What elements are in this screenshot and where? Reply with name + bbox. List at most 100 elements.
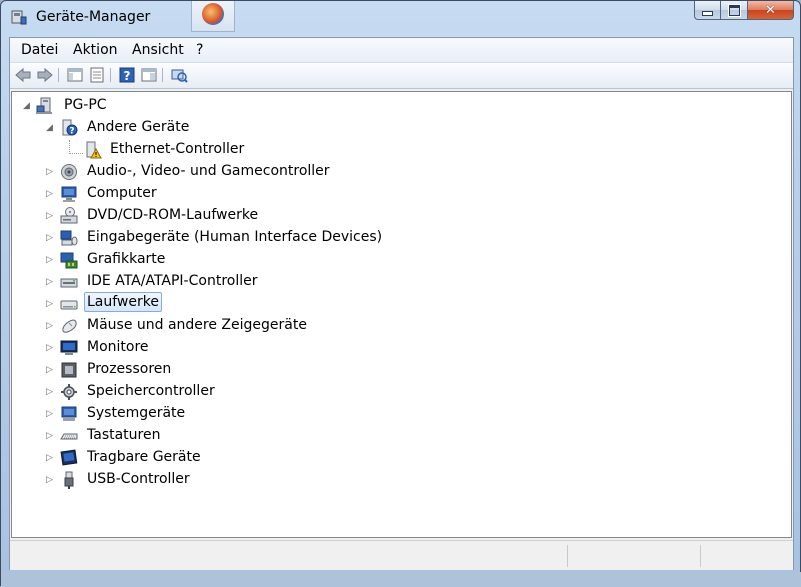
expand-triangle-icon[interactable]: ▷	[45, 233, 54, 243]
background-window-thumbnail	[191, 1, 235, 32]
properties-icon[interactable]	[88, 66, 106, 84]
title-bar[interactable]: Geräte-Manager ✕	[1, 1, 800, 35]
tree-node-tastaturen[interactable]: ▷ Tastaturen	[12, 426, 412, 446]
computer-monitor-icon	[61, 186, 77, 202]
tree-node-label: Eingabegeräte (Human Interface Devices)	[87, 229, 383, 245]
tree-node-ide[interactable]: ▷ IDE ATA/ATAPI-Controller	[12, 272, 412, 292]
expand-triangle-icon[interactable]: ▷	[45, 343, 54, 353]
device-tree[interactable]: ◢ PG-PC ◢ ? Andere Geräte Ethernet-Contr…	[11, 91, 792, 538]
menu-datei[interactable]: Datei	[21, 42, 58, 58]
processor-icon	[61, 362, 77, 378]
menu-bar: Datei Aktion Ansicht ?	[10, 38, 793, 63]
collapse-triangle-icon[interactable]: ◢	[45, 123, 54, 133]
tree-node-systemgeraete[interactable]: ▷ Systemgeräte	[12, 404, 412, 424]
window-title: Geräte-Manager	[36, 9, 151, 25]
close-button[interactable]: ✕	[748, 1, 794, 20]
tree-node-label: PG-PC	[64, 97, 107, 113]
tree-node-laufwerke[interactable]: ▷ Laufwerke	[12, 292, 412, 314]
tree-node-label: Andere Geräte	[87, 119, 190, 135]
expand-triangle-icon[interactable]: ▷	[45, 299, 54, 309]
svg-text:?: ?	[124, 69, 131, 83]
tree-node-label: Laufwerke	[84, 292, 162, 312]
speaker-icon	[61, 164, 77, 180]
expand-triangle-icon[interactable]: ▷	[45, 189, 54, 199]
minimize-icon	[702, 10, 713, 16]
monitor-icon	[60, 340, 78, 355]
expand-triangle-icon[interactable]: ▷	[45, 453, 54, 463]
tree-node-computer[interactable]: ▷ Computer	[12, 184, 412, 204]
portable-device-icon	[60, 449, 78, 466]
tree-node-label: Computer	[87, 185, 157, 201]
expand-triangle-icon[interactable]: ▷	[45, 167, 54, 177]
tree-node-label: Prozessoren	[87, 361, 172, 377]
status-pane	[700, 545, 701, 567]
toolbar-separator	[58, 68, 59, 82]
toolbar-separator	[110, 68, 111, 82]
view-icon[interactable]	[140, 66, 158, 84]
tree-node-label: Tragbare Geräte	[87, 449, 201, 465]
tree-node-speichercontroller[interactable]: ▷ Speichercontroller	[12, 382, 412, 402]
expand-triangle-icon[interactable]: ▷	[45, 255, 54, 265]
mouse-icon	[62, 319, 77, 333]
tree-node-label: Mäuse und andere Zeigegeräte	[87, 317, 307, 333]
collapse-triangle-icon[interactable]: ◢	[22, 101, 31, 111]
expand-triangle-icon[interactable]: ▷	[45, 387, 54, 397]
expand-triangle-icon[interactable]: ▷	[45, 475, 54, 485]
expand-triangle-icon[interactable]: ▷	[45, 321, 54, 331]
usb-icon	[64, 471, 74, 489]
tree-node-tragbare-geraete[interactable]: ▷ Tragbare Geräte	[12, 448, 412, 468]
expand-triangle-icon[interactable]: ▷	[45, 365, 54, 375]
tree-node-prozessoren[interactable]: ▷ Prozessoren	[12, 360, 412, 380]
tree-node-monitore[interactable]: ▷ Monitore	[12, 338, 412, 358]
unknown-device-icon: ?	[62, 119, 78, 137]
tree-node-andere-geraete[interactable]: ◢ ? Andere Geräte	[12, 118, 412, 138]
tree-node-label: Speichercontroller	[87, 383, 215, 399]
computer-icon	[36, 97, 52, 114]
warning-device-icon	[86, 141, 102, 159]
tree-node-label: USB-Controller	[87, 471, 190, 487]
tree-node-label: IDE ATA/ATAPI-Controller	[87, 273, 258, 289]
tree-node-usb-controller[interactable]: ▷ USB-Controller	[12, 470, 412, 490]
tree-node-ethernet-controller[interactable]: Ethernet-Controller	[12, 140, 412, 160]
tree-node-dvd[interactable]: ▷ DVD/CD-ROM-Laufwerke	[12, 206, 412, 226]
toolbar-separator	[162, 68, 163, 82]
menu-help[interactable]: ?	[196, 42, 203, 58]
svg-text:?: ?	[69, 127, 74, 137]
console-tree-icon[interactable]	[66, 66, 84, 84]
menu-aktion[interactable]: Aktion	[73, 42, 118, 58]
back-arrow-icon[interactable]	[14, 66, 32, 84]
scan-hardware-icon[interactable]	[170, 66, 188, 84]
device-manager-icon	[11, 10, 27, 25]
expand-triangle-icon[interactable]: ▷	[45, 277, 54, 287]
expand-triangle-icon[interactable]: ▷	[45, 431, 54, 441]
tree-node-label: Systemgeräte	[87, 405, 186, 421]
tree-node-audio[interactable]: ▷ Audio-, Video- und Gamecontroller	[12, 162, 412, 182]
maximize-button[interactable]	[721, 1, 748, 20]
close-icon: ✕	[765, 2, 776, 18]
expand-triangle-icon[interactable]: ▷	[45, 409, 54, 419]
tree-node-label: DVD/CD-ROM-Laufwerke	[87, 207, 259, 223]
tree-node-grafikkarte[interactable]: ▷ Grafikkarte	[12, 250, 412, 270]
ide-controller-icon	[60, 278, 78, 288]
disk-drive-icon	[60, 300, 78, 310]
menu-ansicht[interactable]: Ansicht	[132, 42, 184, 58]
background-window-strip	[1, 572, 801, 587]
dvd-drive-icon	[60, 207, 78, 224]
expand-triangle-icon[interactable]: ▷	[45, 211, 54, 221]
client-area: Datei Aktion Ansicht ? ? ◢ PG-PC ◢ ? And…	[9, 37, 794, 570]
forward-arrow-icon[interactable]	[36, 66, 54, 84]
tree-node-label: Grafikkarte	[87, 251, 166, 267]
system-devices-icon	[61, 406, 77, 421]
status-pane	[567, 545, 568, 567]
tree-node-label: Monitore	[87, 339, 149, 355]
minimize-button[interactable]	[694, 1, 721, 20]
toolbar: ?	[10, 63, 793, 89]
tree-node-label: Audio-, Video- und Gamecontroller	[87, 163, 330, 179]
tree-node-maeuse[interactable]: ▷ Mäuse und andere Zeigegeräte	[12, 316, 412, 336]
tree-node-hid[interactable]: ▷ Eingabegeräte (Human Interface Devices…	[12, 228, 412, 248]
tree-node-root[interactable]: ◢ PG-PC	[12, 96, 412, 116]
device-manager-window: Geräte-Manager ✕ Datei Aktion Ansicht ?	[0, 0, 801, 587]
display-adapter-icon	[60, 252, 78, 269]
help-icon[interactable]: ?	[118, 66, 136, 84]
tree-node-label: Tastaturen	[87, 427, 161, 443]
